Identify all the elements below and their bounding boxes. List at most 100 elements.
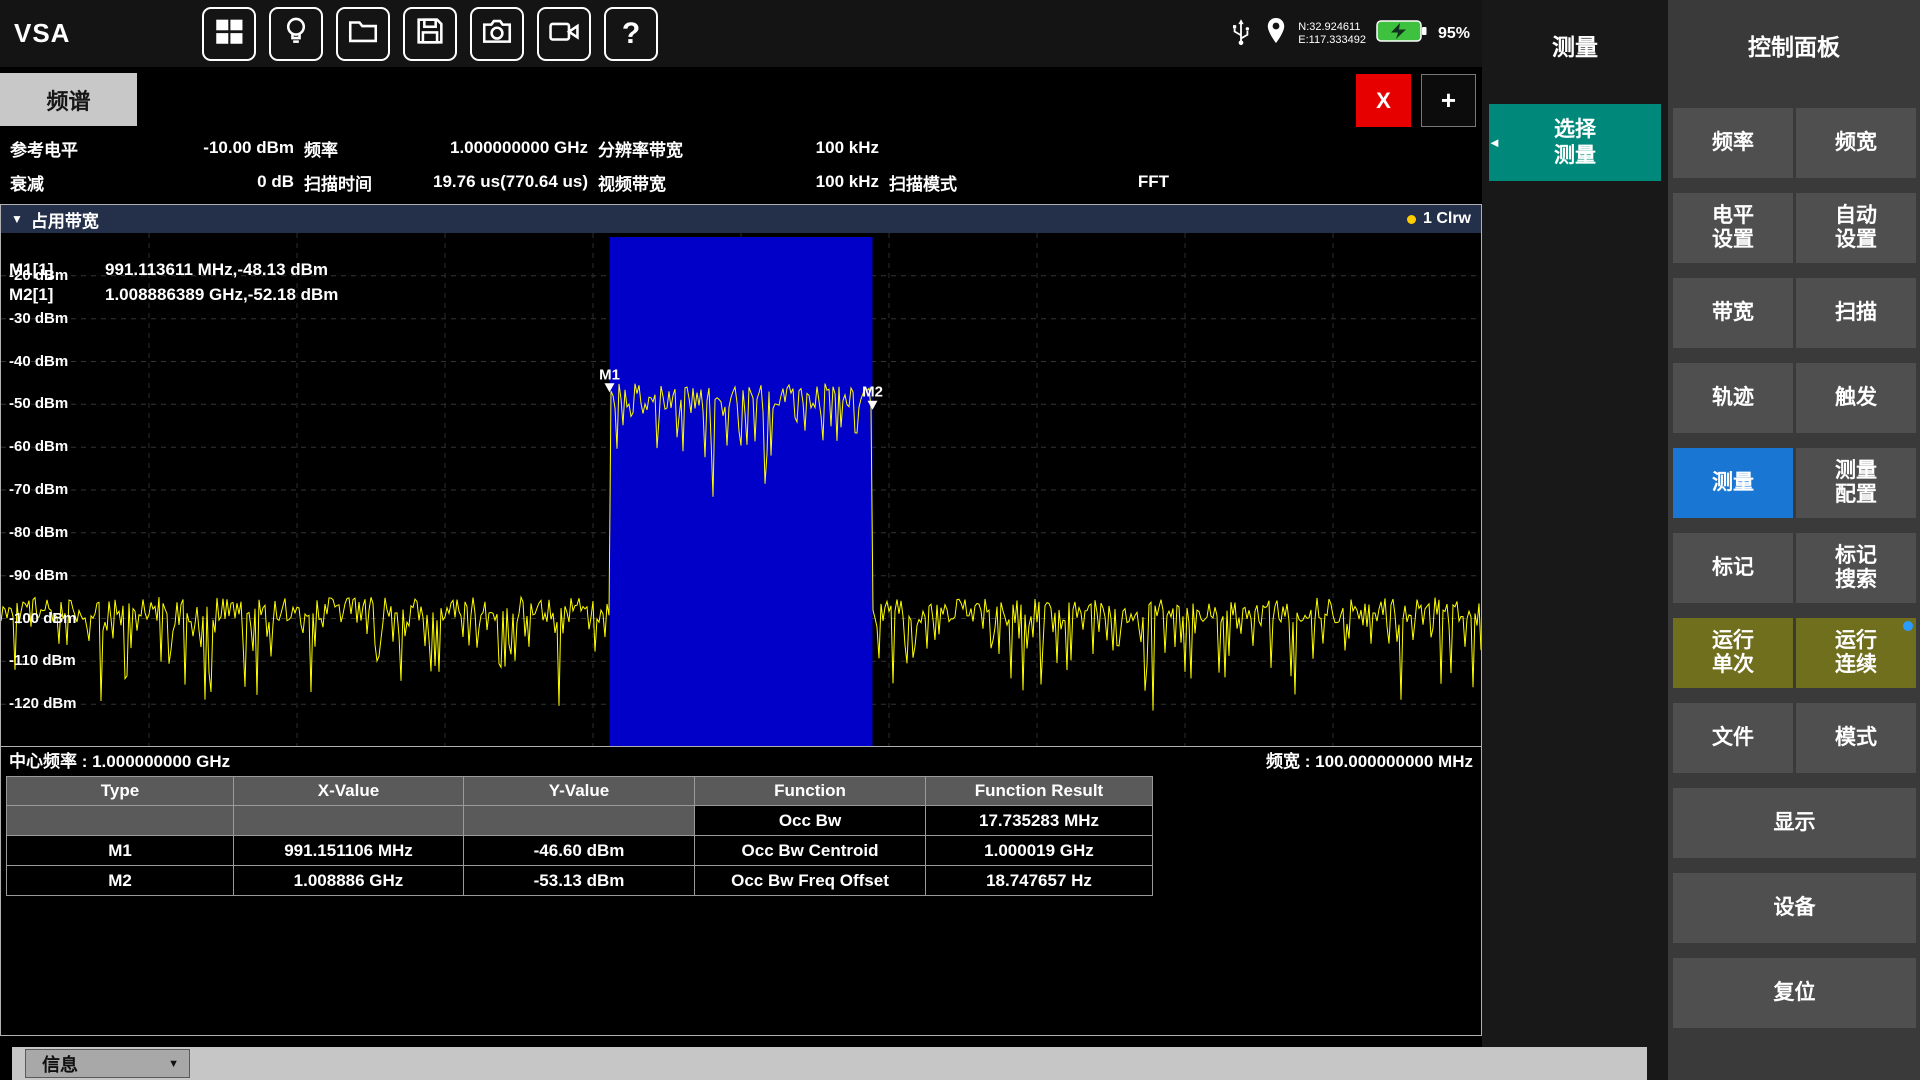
toolbar: ?	[202, 6, 658, 61]
settings-panel: 参考电平 -10.00 dBm 频率 1.000000000 GHz 分辨率带宽…	[0, 129, 1482, 204]
rbw-setting[interactable]: 分辨率带宽 100 kHz	[588, 134, 879, 162]
frequency-value: 1.000000000 GHz	[450, 138, 588, 158]
gps-lon: E:117.333492	[1298, 34, 1366, 47]
sweep-time-setting[interactable]: 扫描时间 19.76 us(770.64 us)	[294, 168, 588, 196]
mode-button[interactable]: 模式	[1796, 703, 1916, 773]
marker2-value: 1.008886389 GHz,-52.18 dBm	[105, 285, 338, 304]
sweep-mode-label: 扫描模式	[889, 170, 957, 195]
gps-coordinates: N:32.924611 E:117.333492	[1298, 21, 1366, 47]
backlight-button[interactable]	[269, 7, 323, 61]
sweep-mode-setting[interactable]: 扫描模式 FFT	[879, 168, 1169, 196]
run-single-button[interactable]: 运行 单次	[1673, 618, 1793, 688]
bottom-bar: 信息 ▼	[12, 1047, 1647, 1080]
trace-indicator[interactable]: 1 Clrw	[1407, 210, 1471, 228]
bandwidth-button[interactable]: 带宽	[1673, 278, 1793, 348]
level-settings-button[interactable]: 电平 设置	[1673, 193, 1793, 263]
rbw-label: 分辨率带宽	[598, 136, 683, 161]
ref-level-label: 参考电平	[10, 136, 78, 161]
table-header-yvalue: Y-Value	[464, 777, 695, 806]
open-file-button[interactable]	[336, 7, 390, 61]
frequency-button[interactable]: 频率	[1673, 108, 1793, 178]
select-measure-button[interactable]: ◄ 选择 测量	[1489, 104, 1661, 181]
save-button[interactable]	[403, 7, 457, 61]
marker-search-button[interactable]: 标记 搜索	[1796, 533, 1916, 603]
marker2-name: M2[1]	[9, 285, 105, 305]
table-cell: Occ Bw Freq Offset	[695, 866, 926, 896]
run-continuous-label: 运行 连续	[1835, 629, 1877, 677]
reset-button[interactable]: 复位	[1673, 958, 1916, 1028]
measure-button[interactable]: 测量	[1673, 448, 1793, 518]
help-button[interactable]: ?	[604, 7, 658, 61]
display-button[interactable]: 显示	[1673, 788, 1916, 858]
frequency-setting[interactable]: 频率 1.000000000 GHz	[294, 134, 588, 162]
camera-icon	[480, 14, 514, 53]
save-icon	[413, 14, 447, 53]
plot-footer: 中心频率 : 1.000000000 GHz 频宽 : 100.00000000…	[1, 747, 1481, 772]
windows-menu-button[interactable]	[202, 7, 256, 61]
auto-settings-button[interactable]: 自动 设置	[1796, 193, 1916, 263]
back-arrow-icon: ◄	[1488, 135, 1501, 151]
attenuation-label: 衰减	[10, 170, 44, 195]
marker-results-table: Type X-Value Y-Value Function Function R…	[6, 776, 1153, 896]
add-tab-button[interactable]: +	[1421, 74, 1476, 127]
select-measure-label: 选择 测量	[1554, 117, 1596, 167]
marker-m1-label: M1	[599, 366, 620, 383]
table-cell: 18.747657 Hz	[926, 866, 1153, 896]
sweep-mode-value: FFT	[1138, 172, 1169, 192]
center-frequency-readout: 中心频率 : 1.000000000 GHz	[9, 747, 230, 772]
marker-readout: M1[1]991.113611 MHz,-48.13 dBm M2[1]1.00…	[9, 260, 338, 310]
chart-header[interactable]: ▼ 占用带宽 1 Clrw	[1, 205, 1481, 233]
marker1-value: 991.113611 MHz,-48.13 dBm	[105, 260, 328, 279]
measurement-window: ▼ 占用带宽 1 Clrw M1M2 -20 dBm-30 dBm-40 dBm…	[0, 204, 1482, 1036]
frequency-label: 频率	[304, 136, 338, 161]
span-button[interactable]: 频宽	[1796, 108, 1916, 178]
run-continuous-button[interactable]: 运行 连续	[1796, 618, 1916, 688]
vbw-setting[interactable]: 视频带宽 100 kHz	[588, 168, 879, 196]
sweep-button[interactable]: 扫描	[1796, 278, 1916, 348]
trigger-button[interactable]: 触发	[1796, 363, 1916, 433]
rbw-value: 100 kHz	[816, 138, 879, 158]
close-tab-button[interactable]: X	[1356, 74, 1411, 127]
spectrum-plot[interactable]: M1M2 -20 dBm-30 dBm-40 dBm-50 dBm-60 dBm…	[1, 233, 1481, 747]
measure-panel: 测量 ◄ 选择 测量	[1482, 0, 1668, 1080]
ref-level-setting[interactable]: 参考电平 -10.00 dBm	[0, 134, 294, 162]
control-panel: 控制面板 频率 频宽 电平 设置 自动 设置 带宽 扫描 轨迹 触发 测量 测量…	[1668, 0, 1920, 1080]
marker-m2-label: M2	[862, 384, 883, 401]
tab-bar: 频谱 X +	[0, 67, 1482, 129]
table-header-xvalue: X-Value	[234, 777, 464, 806]
gps-lat: N:32.924611	[1298, 21, 1366, 34]
trace-button[interactable]: 轨迹	[1673, 363, 1793, 433]
bulb-icon	[279, 14, 313, 53]
attenuation-value: 0 dB	[257, 172, 294, 192]
active-state-dot	[1903, 621, 1913, 631]
table-cell: 17.735283 MHz	[926, 806, 1153, 836]
table-cell: 991.151106 MHz	[234, 836, 464, 866]
windows-icon	[212, 14, 246, 53]
help-icon: ?	[622, 17, 640, 51]
info-dropdown[interactable]: 信息 ▼	[25, 1049, 190, 1078]
vbw-value: 100 kHz	[816, 172, 879, 192]
main-area: VSA ?	[0, 0, 1482, 1080]
table-header-result: Function Result	[926, 777, 1153, 806]
file-button[interactable]: 文件	[1673, 703, 1793, 773]
sweep-time-value: 19.76 us(770.64 us)	[433, 172, 588, 192]
marker1-name: M1[1]	[9, 260, 105, 280]
table-cell	[234, 806, 464, 836]
record-button[interactable]	[537, 7, 591, 61]
tab-spectrum[interactable]: 频谱	[0, 73, 137, 126]
table-cell: Occ Bw	[695, 806, 926, 836]
span-readout: 频宽 : 100.000000000 MHz	[1266, 747, 1473, 772]
trace-color-dot	[1407, 215, 1416, 224]
table-cell	[464, 806, 695, 836]
attenuation-setting[interactable]: 衰减 0 dB	[0, 168, 294, 196]
vbw-label: 视频带宽	[598, 170, 666, 195]
top-bar: VSA ?	[0, 0, 1482, 67]
screenshot-button[interactable]	[470, 7, 524, 61]
measure-config-button[interactable]: 测量 配置	[1796, 448, 1916, 518]
marker-button[interactable]: 标记	[1673, 533, 1793, 603]
device-button[interactable]: 设备	[1673, 873, 1916, 943]
table-cell: M2	[7, 866, 234, 896]
chevron-down-icon: ▼	[168, 1058, 179, 1070]
usb-icon	[1228, 15, 1254, 52]
collapse-icon[interactable]: ▼	[11, 212, 23, 226]
